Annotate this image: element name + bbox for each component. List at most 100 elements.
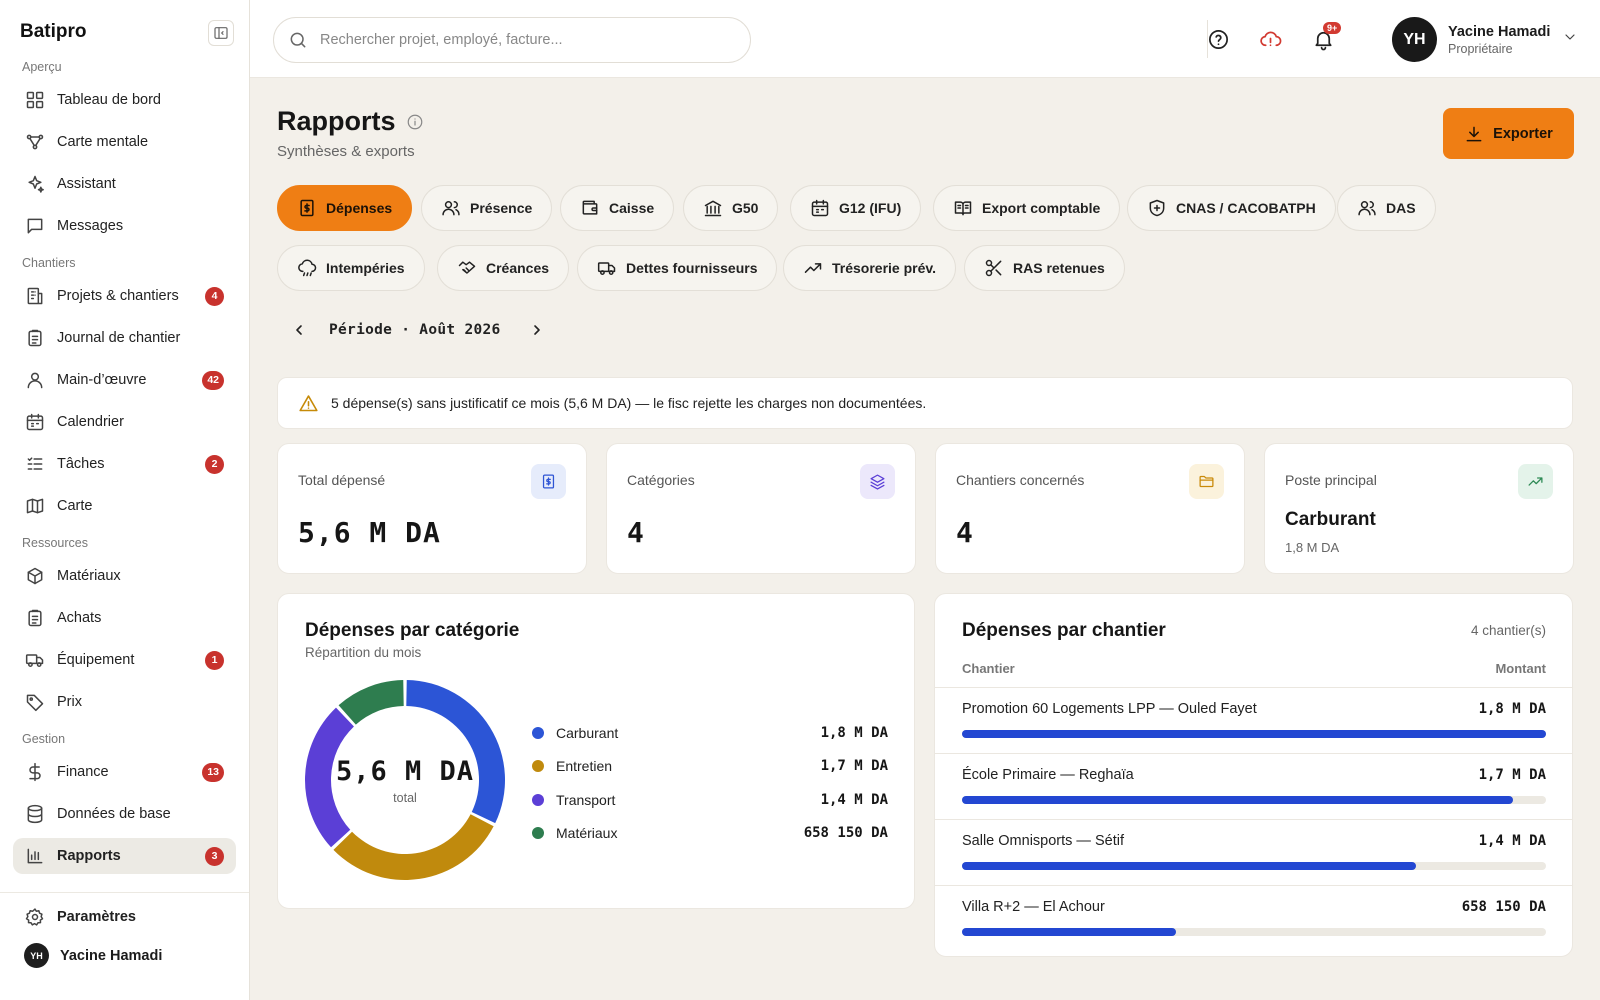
count-badge: 3 <box>205 846 224 866</box>
tab-dettes-fournisseurs[interactable]: Dettes fournisseurs <box>577 245 778 291</box>
sidebar-item-tableau-de-bord[interactable]: Tableau de bord <box>13 82 236 118</box>
tab-cnas-cacobatph[interactable]: CNAS / CACOBATPH <box>1127 185 1336 231</box>
sidebar-item-donnees-de-base[interactable]: Données de base <box>13 796 236 832</box>
donut-slice-transport[interactable] <box>304 707 354 848</box>
database-icon <box>27 804 43 824</box>
sidebar-toggle-icon <box>214 27 228 39</box>
sidebar-item-label: Finance <box>57 764 109 780</box>
sidebar-item-carte-mentale[interactable]: Carte mentale <box>13 124 236 160</box>
sidebar-item-finance[interactable]: Finance 13 <box>13 754 236 790</box>
info-icon[interactable] <box>406 113 424 131</box>
calendar-icon <box>26 413 44 431</box>
site-row[interactable]: Villa R+2 — El Achour 658 150 DA <box>935 886 1572 952</box>
sidebar-item-rapports[interactable]: Rapports 3 <box>13 838 236 874</box>
trending-up-icon <box>1528 477 1543 486</box>
receipt-icon <box>542 474 555 489</box>
tab-das[interactable]: DAS <box>1337 185 1436 231</box>
notification-badge: 9+ <box>1323 22 1342 34</box>
search-input[interactable] <box>320 32 720 48</box>
tab-caisse[interactable]: Caisse <box>560 185 675 231</box>
tab-depenses[interactable]: Dépenses <box>277 185 413 231</box>
sidebar-item-assistant[interactable]: Assistant <box>13 166 236 202</box>
sidebar-item-label: Prix <box>57 694 82 710</box>
sync-button[interactable] <box>1256 25 1284 53</box>
brand-logo[interactable]: Batipro <box>20 21 87 43</box>
sidebar-item-main-d-uvre[interactable]: Main-d’œuvre 42 <box>13 362 236 398</box>
site-row[interactable]: Salle Omnisports — Sétif 1,4 M DA <box>935 820 1572 886</box>
site-row[interactable]: Promotion 60 Logements LPP — Ouled Fayet… <box>935 688 1572 754</box>
previous-period-button[interactable] <box>287 318 311 342</box>
users-icon <box>1358 201 1376 216</box>
legend-item-entretien[interactable]: Entretien 1,7 M DA <box>532 750 888 784</box>
sidebar-item-carte[interactable]: Carte <box>13 488 236 524</box>
tab-g50[interactable]: G50 <box>683 185 779 231</box>
sidebar-item-label: Tâches <box>57 456 105 472</box>
sidebar-item-achats[interactable]: Achats <box>13 600 236 636</box>
legend-swatch <box>532 793 544 806</box>
legend-label: Transport <box>556 791 616 808</box>
layers-icon <box>870 474 885 490</box>
help-button[interactable] <box>1204 25 1232 53</box>
tab-label: Dettes fournisseurs <box>626 260 758 276</box>
site-amount: 1,7 M DA <box>1478 767 1546 783</box>
sidebar-item-materiaux[interactable]: Matériaux <box>13 558 236 594</box>
bar-track <box>962 862 1546 870</box>
kpi-label: Catégories <box>627 472 695 488</box>
search-box[interactable] <box>273 17 751 63</box>
chart-legend: Carburant 1,8 M DA Entretien 1,7 M DA Transp… <box>532 716 888 850</box>
donut-slice-carburant[interactable] <box>406 680 506 824</box>
tab-intemperies[interactable]: Intempéries <box>277 245 425 291</box>
donut-slice-materiaux[interactable] <box>338 680 404 725</box>
sidebar-item-journal-de-chantier[interactable]: Journal de chantier <box>13 320 236 356</box>
sidebar-item-prix[interactable]: Prix <box>13 684 236 720</box>
sidebar-item-label: Journal de chantier <box>57 330 181 346</box>
tab-tresorerie-prev[interactable]: Trésorerie prév. <box>783 245 957 291</box>
site-row[interactable]: École Primaire — Reghaïa 1,7 M DA <box>935 754 1572 820</box>
sidebar-item-taches[interactable]: Tâches 2 <box>13 446 236 482</box>
chevron-left-icon <box>296 325 302 335</box>
scissors-icon <box>985 259 1002 277</box>
kpi-value: 4 <box>627 516 645 549</box>
legend-item-materiaux[interactable]: Matériaux 658 150 DA <box>532 817 888 851</box>
top-bar: 9+ YH Yacine Hamadi Propriétaire <box>250 0 1600 78</box>
sidebar-user[interactable]: YH Yacine Hamadi <box>24 943 249 968</box>
category-chart-card: Dépenses par catégorie Répartition du mo… <box>277 593 915 909</box>
page-title-text: Rapports <box>277 106 396 136</box>
export-button[interactable]: Exporter <box>1443 108 1574 159</box>
card-title: Dépenses par catégorie <box>305 620 520 641</box>
handshake-icon <box>458 261 476 274</box>
site-amount: 1,8 M DA <box>1478 701 1546 717</box>
tab-export-comptable[interactable]: Export comptable <box>933 185 1121 231</box>
table-header: Chantier Montant <box>935 654 1572 688</box>
user-menu[interactable]: YH Yacine Hamadi Propriétaire <box>1392 17 1578 62</box>
help-circle-icon <box>1208 29 1228 49</box>
legend-item-carburant[interactable]: Carburant 1,8 M DA <box>532 716 888 750</box>
sidebar-item-parametres[interactable]: Paramètres <box>13 899 236 935</box>
sidebar-item-calendrier[interactable]: Calendrier <box>13 404 236 440</box>
tab-presence[interactable]: Présence <box>421 185 553 231</box>
sidebar-item-label: Achats <box>57 610 102 626</box>
sidebar-item-messages[interactable]: Messages <box>13 208 236 244</box>
legend-item-transport[interactable]: Transport 1,4 M DA <box>532 783 888 817</box>
column-header-amount: Montant <box>1495 661 1546 676</box>
sidebar-item-label: Main-d’œuvre <box>57 372 147 388</box>
tab-label: Caisse <box>609 200 655 216</box>
donut-slice-entretien[interactable] <box>333 814 494 880</box>
trend-icon <box>804 263 822 273</box>
folder-icon <box>1199 475 1214 488</box>
next-period-button[interactable] <box>525 318 549 342</box>
shield-icon <box>1149 199 1165 217</box>
notifications-button[interactable]: 9+ <box>1309 22 1342 53</box>
collapse-sidebar-button[interactable] <box>208 20 234 46</box>
sidebar-item-label: Paramètres <box>57 909 136 925</box>
page-subtitle: Synthèses & exports <box>277 143 415 160</box>
export-label: Exporter <box>1493 125 1553 142</box>
sidebar-item-equipement[interactable]: Équipement 1 <box>13 642 236 678</box>
tab-g12-ifu[interactable]: G12 (IFU) <box>790 185 922 231</box>
site-name: Villa R+2 — El Achour <box>962 899 1105 915</box>
tab-creances[interactable]: Créances <box>437 245 570 291</box>
tab-ras-retenues[interactable]: RAS retenues <box>964 245 1125 291</box>
bar-fill <box>962 730 1546 738</box>
package-icon <box>27 567 43 585</box>
sidebar-item-projets-chantiers[interactable]: Projets & chantiers 4 <box>13 278 236 314</box>
